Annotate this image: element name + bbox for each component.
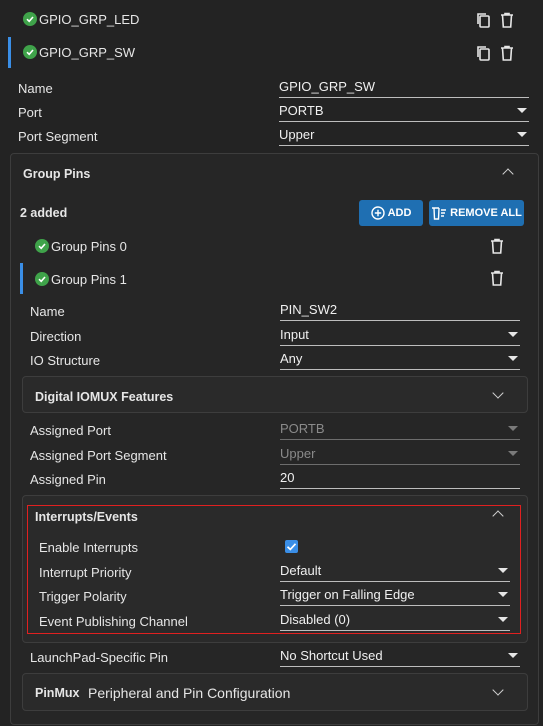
- enable-interrupts-label: Enable Interrupts: [39, 540, 139, 555]
- digital-iomux-title: Digital IOMUX Features: [35, 390, 174, 404]
- plus-circle-icon: [370, 206, 385, 220]
- caret-down-icon: [508, 332, 518, 337]
- caret-down-icon: [498, 592, 508, 597]
- name-label: Name: [18, 81, 53, 96]
- assigned-segment-select: Upper: [280, 446, 520, 465]
- direction-select[interactable]: Input: [280, 327, 520, 346]
- pinmux-subtitle: Peripheral and Pin Configuration: [88, 685, 291, 701]
- add-button[interactable]: ADD: [359, 200, 423, 226]
- list-item-label: Group Pins 1: [51, 272, 127, 287]
- port-segment-label: Port Segment: [18, 129, 98, 144]
- list-item[interactable]: Group Pins 1: [20, 264, 525, 294]
- caret-down-icon: [508, 653, 518, 658]
- list-item-label: GPIO_GRP_LED: [39, 12, 140, 27]
- copy-icon[interactable]: [475, 45, 491, 64]
- list-item-label: GPIO_GRP_SW: [39, 45, 136, 60]
- trigger-polarity-label: Trigger Polarity: [39, 589, 127, 604]
- pinmux-title: PinMux: [35, 686, 80, 700]
- check-circle-icon: [35, 239, 49, 253]
- group-pins-title: Group Pins: [23, 167, 91, 181]
- caret-down-icon: [517, 108, 527, 113]
- enable-interrupts-checkbox[interactable]: [285, 540, 298, 553]
- interrupts-title: Interrupts/Events: [35, 510, 138, 524]
- caret-down-icon: [508, 451, 518, 456]
- launchpad-pin-select[interactable]: No Shortcut Used: [280, 648, 520, 667]
- caret-down-icon: [508, 426, 518, 431]
- check-circle-icon: [23, 45, 37, 59]
- delete-icon[interactable]: [500, 45, 514, 64]
- port-segment-select[interactable]: Upper: [279, 127, 529, 146]
- list-item-label: Group Pins 0: [51, 239, 127, 254]
- caret-down-icon: [498, 568, 508, 573]
- interrupt-priority-select[interactable]: Default: [280, 563, 510, 582]
- pin-name-field[interactable]: PIN_SW2: [280, 302, 520, 321]
- io-structure-select[interactable]: Any: [280, 351, 520, 370]
- launchpad-pin-label: LaunchPad-Specific Pin: [30, 650, 169, 665]
- port-label: Port: [18, 105, 42, 120]
- port-select[interactable]: PORTB: [279, 103, 529, 122]
- list-item[interactable]: GPIO_GRP_LED: [0, 4, 543, 34]
- event-channel-select[interactable]: Disabled (0): [280, 612, 510, 631]
- checkmark-icon: [286, 543, 297, 551]
- delete-sweep-icon: [432, 207, 447, 220]
- event-channel-label: Event Publishing Channel: [39, 614, 188, 629]
- copy-icon[interactable]: [475, 12, 491, 31]
- io-structure-label: IO Structure: [30, 353, 101, 368]
- direction-label: Direction: [30, 329, 82, 344]
- delete-icon[interactable]: [490, 238, 504, 257]
- caret-down-icon: [517, 132, 527, 137]
- caret-down-icon: [508, 356, 518, 361]
- trigger-polarity-select[interactable]: Trigger on Falling Edge: [280, 587, 510, 606]
- pin-name-label: Name: [30, 304, 65, 319]
- assigned-pin-field[interactable]: 20: [280, 470, 520, 489]
- assigned-port-label: Assigned Port: [30, 423, 111, 438]
- caret-down-icon: [498, 617, 508, 622]
- assigned-pin-label: Assigned Pin: [30, 472, 106, 487]
- check-circle-icon: [35, 272, 49, 286]
- check-circle-icon: [23, 12, 37, 26]
- assigned-port-select: PORTB: [280, 421, 520, 440]
- delete-icon[interactable]: [500, 12, 514, 31]
- name-field[interactable]: GPIO_GRP_SW: [279, 79, 529, 98]
- interrupt-priority-label: Interrupt Priority: [39, 565, 132, 580]
- delete-icon[interactable]: [490, 270, 504, 289]
- pins-count: 2 added: [20, 206, 68, 220]
- assigned-segment-label: Assigned Port Segment: [30, 448, 167, 463]
- list-item[interactable]: GPIO_GRP_SW: [0, 36, 543, 68]
- list-item[interactable]: Group Pins 0: [20, 233, 525, 261]
- remove-all-button[interactable]: REMOVE ALL: [429, 200, 524, 226]
